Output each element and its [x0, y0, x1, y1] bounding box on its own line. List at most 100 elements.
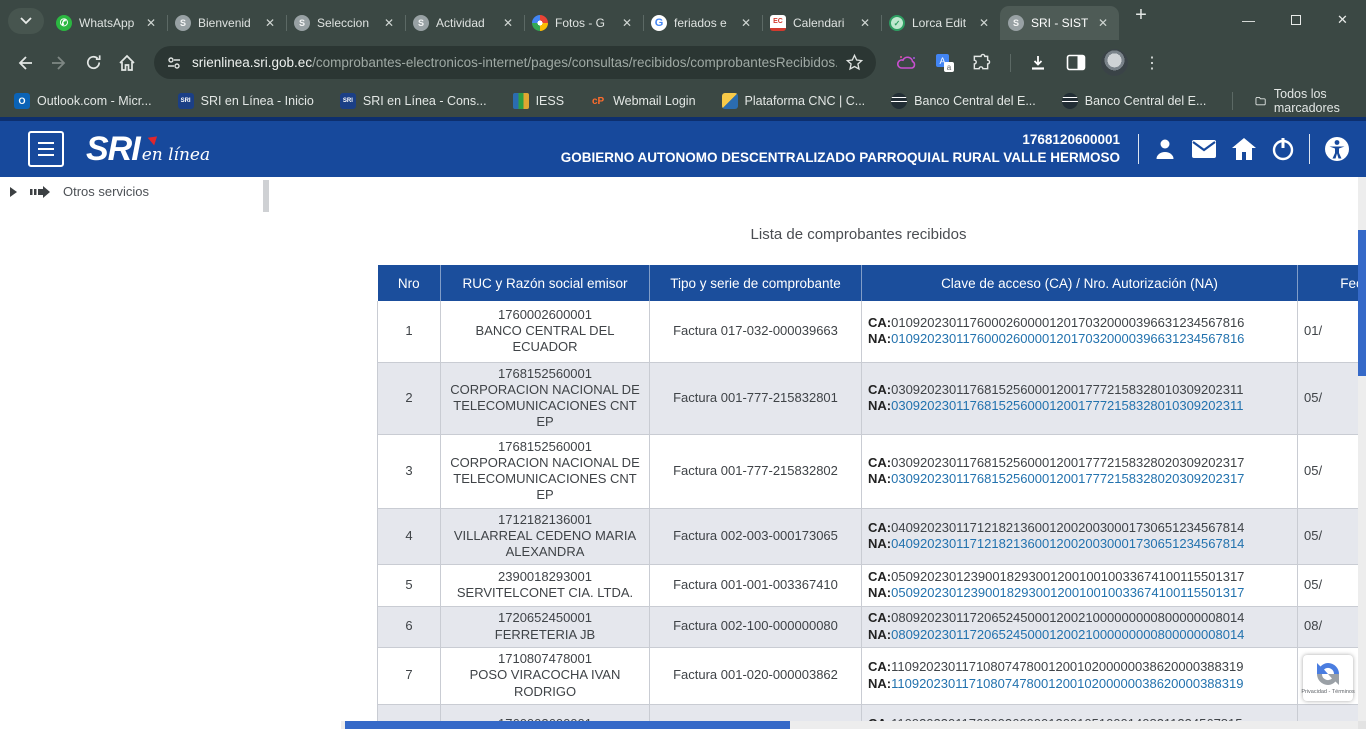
cell-tipo-serie: Factura 001-001-003367410: [650, 564, 862, 606]
iess-favicon: [513, 93, 529, 109]
tab-close-icon[interactable]: ✕: [976, 15, 992, 31]
mail-icon[interactable]: [1191, 139, 1217, 159]
sri-logo-main: SRI: [86, 130, 140, 169]
window-controls: — ✕: [1225, 0, 1366, 40]
cell-nro: 6: [378, 606, 441, 647]
browser-tab[interactable]: Lorca Edit ✕: [881, 6, 1000, 40]
bookmark-star-icon[interactable]: [845, 53, 864, 72]
accessibility-icon[interactable]: [1324, 136, 1350, 162]
cnc-favicon: [722, 93, 738, 109]
tab-close-icon[interactable]: ✕: [500, 15, 516, 31]
na-link[interactable]: 0109202301176000260000120170320000396631…: [891, 331, 1244, 346]
weather-extension-icon[interactable]: [890, 46, 924, 80]
vertical-scrollbar-thumb[interactable]: [1358, 230, 1366, 376]
sri-logo[interactable]: SRI en línea: [86, 130, 210, 169]
back-icon: [15, 53, 35, 73]
site-info-icon[interactable]: [166, 55, 182, 71]
expand-arrow-icon[interactable]: [10, 187, 17, 197]
tab-close-icon[interactable]: ✕: [143, 15, 159, 31]
ca-label: CA:: [868, 382, 891, 397]
bookmark-item[interactable]: Plataforma CNC | C...: [722, 93, 866, 109]
bookmarks-container: Outlook.com - Micr... SRI en Línea - Ini…: [14, 93, 1232, 109]
na-link[interactable]: 0509202301239001829300120010010033674100…: [891, 585, 1244, 600]
bookmark-item[interactable]: Banco Central del E...: [891, 93, 1036, 109]
browser-tab[interactable]: Bienvenid ✕: [167, 6, 286, 40]
lorca-favicon: [889, 15, 905, 31]
sri-globe-favicon: [294, 15, 310, 31]
na-label: NA:: [868, 627, 891, 642]
bookmark-item[interactable]: Webmail Login: [590, 93, 695, 109]
side-panel-button[interactable]: [1059, 46, 1093, 80]
google-favicon: [651, 15, 667, 31]
bookmark-item[interactable]: SRI en Línea - Cons...: [340, 93, 487, 109]
browser-tab[interactable]: Fotos - G ✕: [524, 6, 643, 40]
extensions-puzzle-icon[interactable]: [966, 46, 1000, 80]
na-link[interactable]: 1109202301171080747800120010200000038620…: [891, 676, 1243, 691]
cell-clave-acceso: CA:0409202301171218213600120020030001730…: [862, 508, 1298, 564]
power-icon[interactable]: [1271, 137, 1295, 161]
user-icon[interactable]: [1153, 137, 1177, 161]
back-button[interactable]: [8, 46, 42, 80]
home-button[interactable]: [110, 46, 144, 80]
reload-button[interactable]: [76, 46, 110, 80]
bookmark-item[interactable]: IESS: [513, 93, 565, 109]
sri-logo-sub: en línea: [142, 145, 210, 165]
profile-avatar[interactable]: [1097, 46, 1131, 80]
cell-clave-acceso: CA:0809202301172065245000120021000000000…: [862, 606, 1298, 647]
tab-title: SRI - SISTE: [1031, 16, 1088, 30]
cell-clave-acceso: CA:0309202301176815256000120017772158328…: [862, 362, 1298, 434]
browser-window: WhatsApp ✕ Bienvenid ✕ Seleccion ✕ Activ…: [0, 0, 1366, 729]
cell-fecha: 01/: [1298, 301, 1366, 362]
ruc-value: 1760002600001: [447, 307, 643, 323]
table-row: 7 1710807478001 POSO VIRACOCHA IVAN RODR…: [378, 647, 1366, 704]
tab-close-icon[interactable]: ✕: [381, 15, 397, 31]
na-link[interactable]: 0309202301176815256000120017772158328010…: [891, 398, 1243, 413]
sidebar-item-otros-servicios[interactable]: Otros servicios: [10, 184, 149, 199]
bookmarks-overflow[interactable]: Todos los marcadores: [1232, 87, 1352, 115]
na-link[interactable]: 0309202301176815256000120017772158328020…: [891, 471, 1244, 486]
tab-close-icon[interactable]: ✕: [262, 15, 278, 31]
home-nav-icon[interactable]: [1231, 137, 1257, 161]
table-row: 2 1768152560001 CORPORACION NACIONAL DE …: [378, 362, 1366, 434]
close-button[interactable]: ✕: [1319, 0, 1366, 40]
browser-tab[interactable]: Calendari ✕: [762, 6, 881, 40]
maximize-button[interactable]: [1272, 0, 1319, 40]
browser-tab[interactable]: Actividad ✕: [405, 6, 524, 40]
bookmark-item[interactable]: Outlook.com - Micr...: [14, 93, 152, 109]
toolbar-extensions-area: Aa ⋮: [890, 46, 1169, 80]
na-link[interactable]: 0409202301171218213600120020030001730651…: [891, 536, 1244, 551]
new-tab-button[interactable]: +: [1127, 2, 1155, 30]
na-link[interactable]: 0809202301172065245000120021000000000800…: [891, 627, 1244, 642]
tab-search-button[interactable]: [8, 8, 44, 34]
ca-value: 0409202301171218213600120020030001730651…: [891, 520, 1244, 535]
tab-close-icon[interactable]: ✕: [857, 15, 873, 31]
horizontal-scrollbar-thumb[interactable]: [345, 721, 790, 729]
browser-menu-button[interactable]: ⋮: [1135, 46, 1169, 80]
downloads-button[interactable]: [1021, 46, 1055, 80]
sidebar-scrollbar[interactable]: [263, 180, 269, 212]
browser-tab[interactable]: SRI - SISTE ✕: [1000, 6, 1119, 40]
browser-tab[interactable]: WhatsApp ✕: [48, 6, 167, 40]
table-header-row: Nro RUC y Razón social emisor Tipo y ser…: [378, 265, 1366, 301]
translate-icon[interactable]: Aa: [928, 46, 962, 80]
browser-tab[interactable]: feriados e ✕: [643, 6, 762, 40]
bookmark-item[interactable]: Banco Central del E...: [1062, 93, 1207, 109]
browser-tab[interactable]: Seleccion ✕: [286, 6, 405, 40]
address-bar[interactable]: srienlinea.sri.gob.ec/comprobantes-elect…: [154, 46, 876, 79]
recaptcha-badge[interactable]: Privacidad - Términos: [1303, 655, 1353, 701]
cell-clave-acceso: CA:0309202301176815256000120017772158328…: [862, 434, 1298, 508]
bookmark-item[interactable]: SRI en Línea - Inicio: [178, 93, 314, 109]
whatsapp-favicon: [56, 15, 72, 31]
cell-nro: 2: [378, 362, 441, 434]
otros-servicios-icon: [29, 185, 51, 199]
tab-close-icon[interactable]: ✕: [619, 15, 635, 31]
forward-button[interactable]: [42, 46, 76, 80]
tab-close-icon[interactable]: ✕: [738, 15, 754, 31]
sri-globe-favicon: [175, 15, 191, 31]
tab-close-icon[interactable]: ✕: [1095, 15, 1111, 31]
cell-ruc-razon: 1712182136001 VILLARREAL CEDENO MARIA AL…: [441, 508, 650, 564]
minimize-button[interactable]: —: [1225, 0, 1272, 40]
cell-tipo-serie: Factura 002-100-000000080: [650, 606, 862, 647]
hamburger-menu-icon[interactable]: [28, 131, 64, 167]
cell-nro: 7: [378, 647, 441, 704]
